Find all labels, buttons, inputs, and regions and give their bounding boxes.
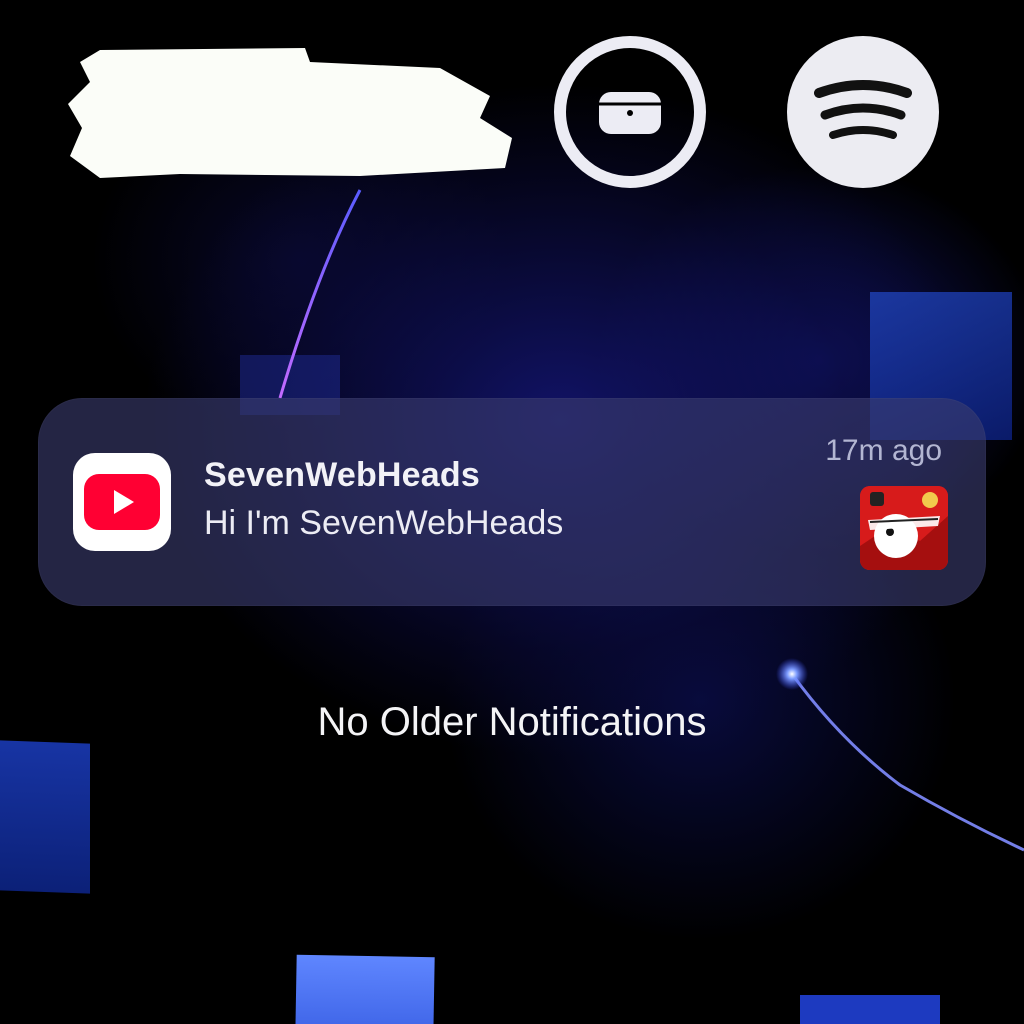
notification-body: Hi I'm SevenWebHeads [204,504,564,542]
spotify-icon [814,80,912,139]
notification-timestamp: 17m ago [825,434,942,467]
no-older-notifications-label: No Older Notifications [317,700,707,744]
spotify-control[interactable] [787,36,939,188]
notification-thumbnail [860,486,948,570]
airpods-control[interactable] [554,36,706,188]
notification-title: SevenWebHeads [204,456,480,494]
redaction-scribble [68,48,512,178]
youtube-app-icon [73,453,171,551]
youtube-icon [84,474,160,530]
notification-card[interactable]: SevenWebHeads Hi I'm SevenWebHeads 17m a… [38,398,986,606]
channel-avatar-image [860,486,948,570]
airpods-case-icon [599,92,661,134]
